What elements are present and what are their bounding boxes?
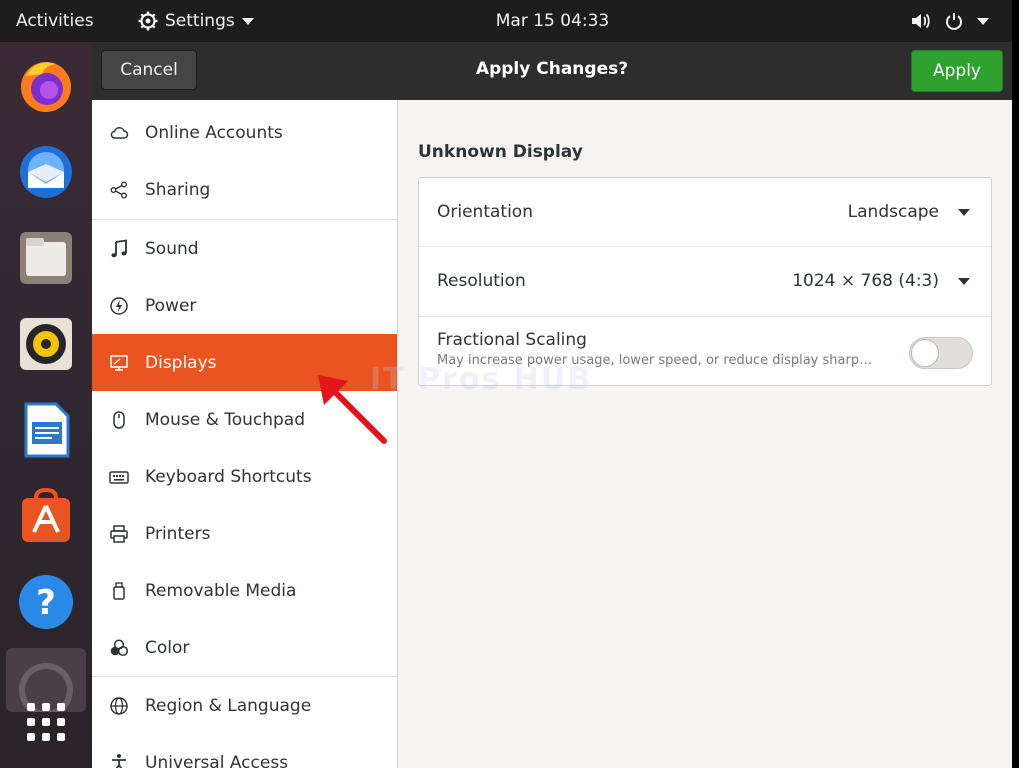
top-bar: Activities Settings Mar 15 04:33 [0, 0, 1019, 42]
sidebar-item-printers[interactable]: Printers [92, 505, 397, 562]
removable-media-icon [108, 580, 130, 602]
sidebar-item-label: Mouse & Touchpad [145, 409, 306, 430]
fractional-scaling-label: Fractional Scaling [437, 330, 587, 350]
chevron-down-icon [958, 277, 970, 285]
libreoffice-writer-icon[interactable] [16, 400, 76, 460]
clock[interactable]: Mar 15 04:33 [0, 11, 1019, 31]
sidebar-item-label: Color [145, 637, 190, 658]
toggle-knob [911, 339, 939, 367]
sidebar-item-online-accounts[interactable]: Online Accounts [92, 104, 397, 161]
volume-icon [912, 13, 930, 29]
sidebar-item-label: Sharing [145, 179, 211, 200]
fractional-scaling-toggle[interactable] [909, 337, 973, 369]
help-icon[interactable]: ? [16, 572, 76, 632]
sidebar-item-label: Region & Language [145, 695, 312, 716]
display-icon [108, 352, 130, 374]
globe-icon [108, 695, 130, 717]
resolution-row[interactable]: Resolution 1024 × 768 (4:3) [419, 247, 991, 315]
apply-button[interactable]: Apply [911, 50, 1003, 92]
show-applications-icon[interactable] [24, 700, 68, 744]
system-tray[interactable] [911, 12, 989, 30]
keyboard-icon [108, 466, 130, 488]
cloud-icon [108, 122, 130, 144]
dialog-title: Apply Changes? [475, 59, 629, 79]
sidebar-item-universal-access[interactable]: Universal Access [92, 734, 397, 768]
power-icon [946, 13, 962, 30]
display-settings-list: Orientation Landscape Resolution 1024 × … [418, 177, 992, 386]
accessibility-icon [108, 752, 130, 768]
sidebar-item-keyboard-shortcuts[interactable]: Keyboard Shortcuts [92, 448, 397, 505]
orientation-value[interactable]: Landscape [848, 202, 939, 222]
orientation-row[interactable]: Orientation Landscape [419, 178, 991, 246]
chevron-down-icon [958, 208, 970, 216]
share-icon [108, 179, 130, 201]
sidebar-item-removable-media[interactable]: Removable Media [92, 562, 397, 619]
sidebar-item-label: Universal Access [145, 752, 289, 768]
svg-text:?: ? [36, 583, 56, 623]
firefox-icon[interactable] [16, 56, 76, 116]
annotation-arrow-icon [318, 375, 387, 444]
resolution-value[interactable]: 1024 × 768 (4:3) [792, 271, 939, 291]
chevron-down-icon [977, 17, 989, 25]
sidebar-item-power[interactable]: Power [92, 277, 397, 334]
settings-window: Cancel Apply Changes? Apply Online Accou… [92, 42, 1012, 768]
screen-border [1012, 0, 1019, 768]
sidebar-item-label: Online Accounts [145, 122, 283, 143]
sidebar-item-label: Keyboard Shortcuts [145, 466, 312, 487]
displays-panel: Unknown Display Orientation Landscape Re… [399, 100, 1012, 768]
sidebar-item-sound[interactable]: Sound [92, 220, 397, 277]
display-name-heading: Unknown Display [418, 142, 583, 162]
sidebar-item-label: Displays [145, 352, 217, 373]
dock: ? [0, 42, 92, 768]
software-center-icon[interactable] [16, 486, 76, 546]
color-icon [108, 637, 130, 659]
printer-icon [108, 523, 130, 545]
sidebar-item-sharing[interactable]: Sharing [92, 161, 397, 218]
thunderbird-icon[interactable] [16, 142, 76, 202]
sidebar-item-color[interactable]: Color [92, 619, 397, 676]
power-icon [108, 295, 130, 317]
music-note-icon [108, 238, 130, 260]
sidebar-item-region-language[interactable]: Region & Language [92, 677, 397, 734]
rhythmbox-icon[interactable] [16, 314, 76, 374]
sidebar-item-label: Power [145, 295, 197, 316]
sidebar-item-label: Sound [145, 238, 199, 259]
header-bar: Cancel Apply Changes? Apply [92, 42, 1012, 100]
mouse-icon [108, 409, 130, 431]
orientation-label: Orientation [437, 202, 533, 222]
sidebar-item-label: Printers [145, 523, 211, 544]
resolution-label: Resolution [437, 271, 526, 291]
sidebar-item-label: Removable Media [145, 580, 297, 601]
watermark: IT Pros HUB [370, 362, 593, 397]
files-icon[interactable] [16, 228, 76, 288]
